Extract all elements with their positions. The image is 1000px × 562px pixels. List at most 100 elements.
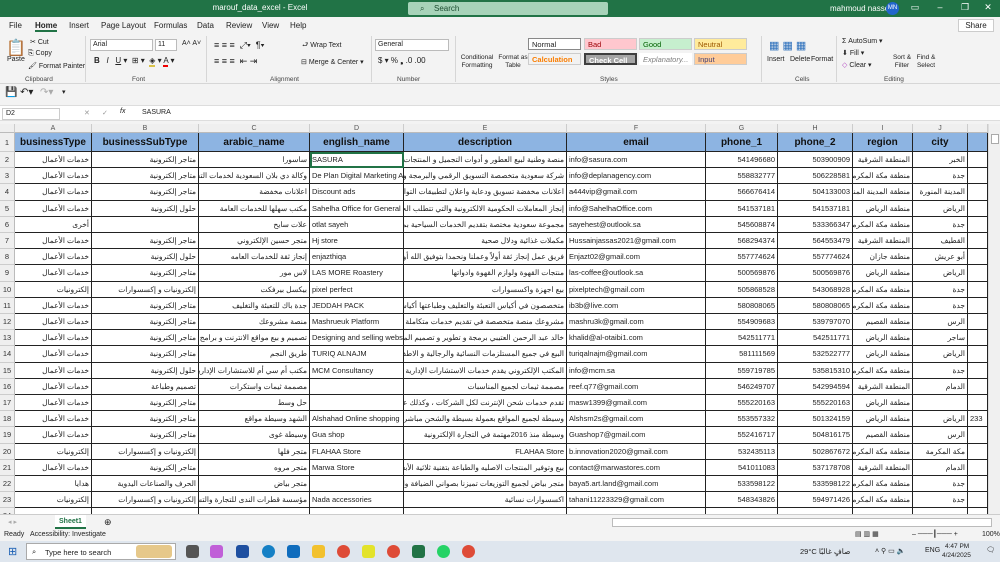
table-cell[interactable]: 555220163 <box>778 395 853 412</box>
column-header-E[interactable]: E <box>404 124 567 133</box>
table-cell[interactable]: منطقة مكة المكرمة <box>853 443 913 460</box>
font-grow-shrink-icons[interactable]: A˄ A˅ <box>182 40 201 47</box>
table-cell[interactable]: خدمات الأعمال <box>15 459 92 476</box>
column-header-C[interactable]: C <box>199 124 310 133</box>
table-cell[interactable]: متاجر إلكترونية <box>92 168 199 185</box>
table-cell[interactable]: تقدم خدمات شحن الإنترنت لكل الشركات ، وك… <box>404 395 567 412</box>
table-cell[interactable]: Marwa Store <box>310 459 404 476</box>
table-cell[interactable]: إنجاز المعاملات الحكومية الالكترونية وال… <box>404 200 567 217</box>
table-cell[interactable]: منطقة المدينة المنورة <box>853 184 913 201</box>
table-cell[interactable]: جدة <box>913 476 968 493</box>
table-cell[interactable]: الدمام <box>913 459 968 476</box>
language[interactable]: ENG <box>925 547 940 554</box>
table-cell[interactable]: a444vip@gmail.com <box>567 184 706 201</box>
table-cell[interactable]: 233 <box>968 411 988 428</box>
table-cell[interactable]: جدة باك للتعبئة والتغليف <box>199 297 310 314</box>
table-cell[interactable]: 502867672 <box>778 443 853 460</box>
table-cell[interactable]: منطقة الرياض <box>853 346 913 363</box>
table-cell[interactable]: مصممة ثيمات واستكرات <box>199 378 310 395</box>
table-cell[interactable]: شركة سعودية متخصصة التسويق الرقمي والبرم… <box>404 168 567 185</box>
chrome-icon-2[interactable] <box>462 545 475 558</box>
notification-icon[interactable]: 🗨 <box>986 546 995 554</box>
row-header[interactable]: 23 <box>0 492 15 509</box>
table-cell[interactable]: اعلانات مخفضة تسويق ودعاية واعلان لتطبيق… <box>404 184 567 201</box>
table-cell[interactable]: Sahelha Office for General Services <box>310 200 404 217</box>
table-cell[interactable]: المنطقة الشرقية <box>853 378 913 395</box>
table-cell[interactable]: LAS MORE Roastery <box>310 265 404 282</box>
table-cell[interactable]: pixelptech@gmail.com <box>567 281 706 298</box>
row-header[interactable]: 2 <box>0 152 15 169</box>
table-cell[interactable]: contact@marwastores.com <box>567 459 706 476</box>
table-cell[interactable]: وكالة دي بلان السعودية لخدمات التسويق ال… <box>199 168 310 185</box>
outlook-icon[interactable] <box>287 545 300 558</box>
table-cell[interactable]: الرس <box>913 314 968 331</box>
table-cell[interactable]: متاجر إلكترونية <box>92 297 199 314</box>
table-cell[interactable]: حلول إلكترونية <box>92 362 199 379</box>
table-cell[interactable]: متخصصون في أكياس التعبئة والتغليف وطباعت… <box>404 297 567 314</box>
table-cell[interactable] <box>968 216 988 233</box>
delete-cells-button[interactable]: Delete <box>790 56 810 63</box>
table-cell[interactable]: Enjazt02@gmail.com <box>567 249 706 266</box>
table-cell[interactable]: info@SahelhaOffice.com <box>567 200 706 217</box>
table-cell[interactable]: خدمات الأعمال <box>15 152 92 169</box>
table-cell[interactable]: 545608874 <box>706 216 778 233</box>
table-cell[interactable]: الحرف والصناعات اليدوية <box>92 476 199 493</box>
pycharm-icon[interactable] <box>362 545 375 558</box>
table-cell[interactable]: 555220163 <box>706 395 778 412</box>
table-cell[interactable]: 542511771 <box>706 330 778 347</box>
table-cell[interactable] <box>92 216 199 233</box>
table-cell[interactable]: منطقة القصيم <box>853 314 913 331</box>
conditional-formatting-button[interactable]: Conditional Formatting <box>460 54 494 70</box>
table-cell[interactable] <box>968 395 988 412</box>
table-cell[interactable]: منطقة مكة المكرمة <box>853 362 913 379</box>
table-cell[interactable] <box>310 476 404 493</box>
table-cell[interactable] <box>968 281 988 298</box>
ribbon-display-icon[interactable]: ▭ <box>905 2 925 13</box>
table-cell[interactable]: 500569876 <box>706 265 778 282</box>
table-cell[interactable]: خدمات الأعمال <box>15 346 92 363</box>
table-cell[interactable]: متجر بياض <box>199 476 310 493</box>
zoom-slider[interactable]: – ───┃─── + <box>912 530 958 538</box>
table-cell[interactable]: جدة <box>913 168 968 185</box>
add-sheet-icon[interactable]: ⊕ <box>104 517 112 528</box>
table-cell[interactable]: خدمات الأعمال <box>15 330 92 347</box>
style-check-cell[interactable]: Check Cell <box>584 53 637 65</box>
table-cell[interactable]: 594971426 <box>778 492 853 509</box>
table-cell[interactable]: 557774624 <box>778 249 853 266</box>
table-cell[interactable]: متاجر إلكترونية <box>92 233 199 250</box>
name-box[interactable]: D2 <box>2 108 60 120</box>
table-cell[interactable]: متاجر إلكترونية <box>92 314 199 331</box>
table-cell[interactable] <box>968 200 988 217</box>
table-cell[interactable]: متجر فلها <box>199 443 310 460</box>
font-name-select[interactable]: Arial <box>90 39 153 51</box>
table-cell[interactable]: 535815310 <box>778 362 853 379</box>
find-select-button[interactable]: Find & Select <box>914 54 938 70</box>
paste-button[interactable]: Paste <box>7 56 25 63</box>
store-icon[interactable] <box>236 545 249 558</box>
table-cell[interactable]: info@deplanagency.com <box>567 168 706 185</box>
table-cell[interactable]: 532435113 <box>706 443 778 460</box>
table-cell[interactable]: 580808065 <box>706 297 778 314</box>
column-header-A[interactable]: A <box>15 124 92 133</box>
windows-start-icon[interactable]: ⊞ <box>8 545 17 558</box>
format-as-table-button[interactable]: Format as Table <box>498 54 528 70</box>
table-cell[interactable]: الرياض <box>913 200 968 217</box>
table-cell[interactable]: إلكترونيات و إكسسوارات <box>92 281 199 298</box>
zoom-level[interactable]: 100% <box>982 531 1000 538</box>
table-cell[interactable]: 541537181 <box>778 200 853 217</box>
table-cell[interactable]: تصميم و بيع مواقع الانترنت و برامج الحاس… <box>199 330 310 347</box>
table-cell[interactable]: 506228581 <box>778 168 853 185</box>
row-header[interactable]: 21 <box>0 459 15 476</box>
table-cell[interactable]: منطقة مكة المكرمة <box>853 492 913 509</box>
table-cell[interactable]: الدمام <box>913 378 968 395</box>
table-cell[interactable]: وسيطة غوى <box>199 427 310 444</box>
table-cell[interactable]: Discount ads <box>310 184 404 201</box>
table-cell[interactable]: 504133003 <box>778 184 853 201</box>
clock-time[interactable]: 4:47 PM <box>945 543 969 550</box>
table-cell[interactable]: مكة المكرمة <box>913 443 968 460</box>
table-cell[interactable] <box>913 395 968 412</box>
table-cell[interactable]: 546249707 <box>706 378 778 395</box>
table-cell[interactable]: جدة <box>913 216 968 233</box>
table-cell[interactable] <box>968 427 988 444</box>
table-cell[interactable]: القطيف <box>913 233 968 250</box>
